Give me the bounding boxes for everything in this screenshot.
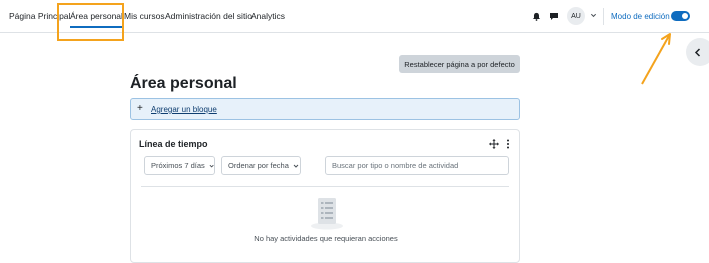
nav-item-home[interactable]: Página Principal [9, 11, 70, 21]
edit-mode-label[interactable]: Modo de edición [611, 12, 670, 21]
annotation-arrow-icon [641, 33, 671, 85]
nav-item-my-courses[interactable]: Mis cursos [124, 11, 165, 21]
add-block-link[interactable]: Agregar un bloque [151, 105, 217, 114]
reset-page-button[interactable]: Restablecer página a por defecto [399, 55, 520, 73]
nav-item-dashboard[interactable]: Área personal [70, 11, 123, 28]
avatar[interactable]: AU [567, 7, 585, 25]
empty-activities-icon [311, 198, 343, 230]
move-icon[interactable] [489, 139, 499, 149]
divider [603, 8, 604, 25]
sort-dropdown-label: Ordenar por fecha [228, 161, 289, 170]
chevron-down-icon [209, 164, 214, 167]
chat-icon[interactable] [549, 12, 559, 21]
activity-search-input[interactable] [325, 156, 509, 175]
toggle-knob [682, 13, 688, 19]
nav-item-site-admin[interactable]: Administración del sitio [165, 11, 252, 21]
top-navbar: Página Principal Área personal Mis curso… [0, 0, 709, 33]
timeline-block: Línea de tiempo Próximos 7 días Ordenar … [130, 129, 520, 263]
chevron-down-icon [293, 164, 299, 168]
empty-state-message: No hay actividades que requieran accione… [254, 234, 398, 243]
kebab-menu-icon[interactable] [506, 139, 510, 149]
drawer-toggle-button[interactable] [686, 38, 709, 66]
nav-item-analytics[interactable]: Analytics [251, 11, 285, 21]
plus-icon: + [137, 103, 143, 114]
chevron-left-icon [694, 47, 701, 57]
edit-mode-toggle[interactable] [671, 11, 690, 21]
add-block-bar[interactable]: + Agregar un bloque [130, 98, 520, 120]
page-title: Área personal [130, 75, 237, 92]
timeline-title: Línea de tiempo [139, 139, 208, 149]
divider [141, 186, 509, 187]
sort-dropdown[interactable]: Ordenar por fecha [221, 156, 301, 175]
chevron-down-icon[interactable] [590, 12, 597, 19]
bell-icon[interactable] [532, 12, 541, 21]
filter-dropdown[interactable]: Próximos 7 días [144, 156, 215, 175]
filter-dropdown-label: Próximos 7 días [151, 161, 205, 170]
